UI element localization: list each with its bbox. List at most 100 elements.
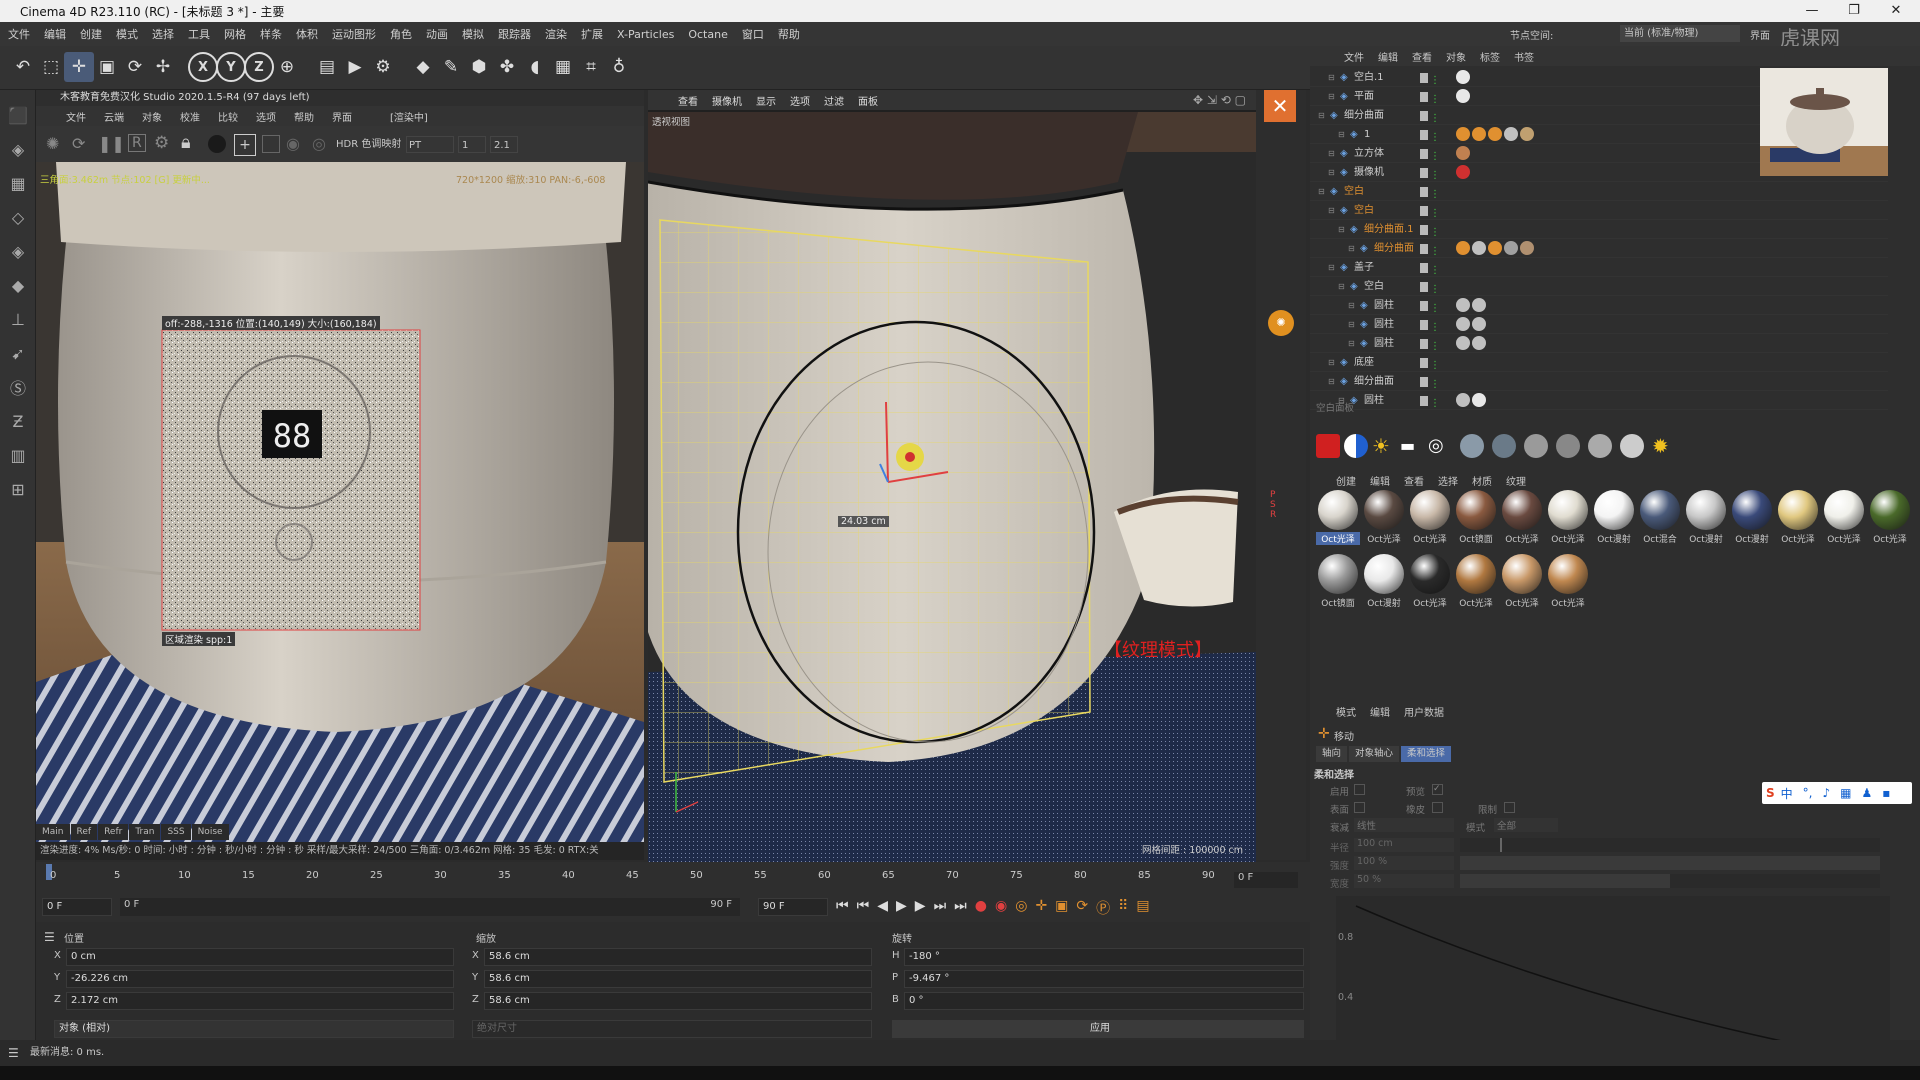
x-axis-icon[interactable]: X [188, 52, 218, 82]
mic-icon[interactable]: ♪ [1823, 786, 1831, 800]
menu-item[interactable]: 运动图形 [332, 26, 376, 42]
material-mix-icon[interactable] [1524, 434, 1548, 458]
material-tag-icon[interactable] [1472, 336, 1486, 350]
render-pass-tab[interactable]: Ref [70, 824, 98, 840]
apply-button[interactable]: 应用 [892, 1020, 1304, 1038]
object-row[interactable]: ⊟ ◈ 圆柱 ⋮ [1310, 315, 1888, 334]
object-row[interactable]: ⊟ ◈ 圆柱 ⋮ [1310, 334, 1888, 353]
target-icon[interactable]: ◎ [1428, 434, 1452, 458]
pause-icon[interactable]: ❚❚ [98, 134, 125, 153]
material-menu-item[interactable]: 查看 [1404, 473, 1424, 488]
menu-item[interactable]: 动画 [426, 26, 448, 42]
autokey-icon[interactable]: ◉ [995, 898, 1007, 918]
restrict-checkbox[interactable] [1504, 802, 1515, 813]
object-row[interactable]: ⊟ ◈ 空白 ⋮ [1310, 277, 1888, 296]
sun-icon[interactable]: ☀ [1372, 434, 1396, 458]
material-tag-icon[interactable] [1456, 146, 1470, 160]
move-icon[interactable]: ✛ [64, 52, 94, 82]
visibility-flags[interactable]: ⋮ [1420, 318, 1450, 333]
timeline-ruler[interactable]: 0 5 10 15 20 25 30 35 40 45 50 55 60 65 70 75 80 85 90 [36, 862, 1266, 884]
material-tag-icon[interactable] [1520, 241, 1534, 255]
play-icon[interactable]: ▶ [896, 898, 907, 918]
visibility-flags[interactable]: ⋮ [1420, 71, 1450, 86]
psr-icon[interactable]: PSR [1270, 490, 1276, 520]
menu-item[interactable]: 帮助 [778, 26, 800, 42]
object-row[interactable]: ⊟ ◈ 圆柱 ⋮ [1310, 296, 1888, 315]
visibility-flags[interactable]: ⋮ [1420, 204, 1450, 219]
visibility-flags[interactable]: ⋮ [1420, 242, 1450, 257]
subdivide-icon[interactable]: ⬢ [464, 52, 494, 82]
material-swatch[interactable]: Oct漫射 [1362, 554, 1406, 610]
material-toon-icon[interactable] [1588, 434, 1612, 458]
material-swatch[interactable]: Oct光泽 [1500, 490, 1544, 546]
material-tag-icon[interactable] [1456, 298, 1470, 312]
cube-icon[interactable]: ◆ [408, 52, 438, 82]
menu-item[interactable]: Octane [688, 28, 728, 41]
coordinate-field[interactable]: 2.172 cm [66, 992, 454, 1010]
material-swatch[interactable]: Oct光泽 [1362, 490, 1406, 546]
material-swatch[interactable]: Oct光泽 [1546, 554, 1590, 610]
material-tag-icon[interactable] [1456, 336, 1470, 350]
object-menu-item[interactable]: 标签 [1480, 49, 1500, 64]
material-diffuse-icon[interactable] [1620, 434, 1644, 458]
material-swatch[interactable]: Oct光泽 [1500, 554, 1544, 610]
menu-item[interactable]: 角色 [390, 26, 412, 42]
coordinate-field[interactable]: 0 cm [66, 948, 454, 966]
axis-icon[interactable]: ⊥ [3, 304, 33, 334]
visibility-flags[interactable]: ⋮ [1420, 109, 1450, 124]
punct-icon[interactable]: °, [1803, 786, 1813, 800]
visibility-flags[interactable]: ⋮ [1420, 128, 1450, 143]
material-tag-icon[interactable] [1504, 241, 1518, 255]
coordinate-field[interactable]: 58.6 cm [484, 948, 872, 966]
viewer-menu-item[interactable]: 云端 [104, 109, 124, 124]
texture-icon[interactable]: ▦ [3, 168, 33, 198]
attribute-tab[interactable]: 柔和选择 [1401, 746, 1452, 762]
object-menu-item[interactable]: 编辑 [1378, 49, 1398, 64]
enable-checkbox[interactable] [1354, 784, 1365, 795]
select-icon[interactable]: ⬚ [36, 52, 66, 82]
visibility-flags[interactable]: ⋮ [1420, 185, 1450, 200]
viewport-menu-item[interactable]: 选项 [790, 93, 810, 108]
y-axis-icon[interactable]: Y [216, 52, 246, 82]
expand-icon[interactable]: ⊟ [1328, 201, 1335, 220]
material-tag-icon[interactable] [1504, 127, 1518, 141]
visibility-flags[interactable]: ⋮ [1420, 299, 1450, 314]
shirt-icon[interactable]: ♟ [1862, 786, 1873, 800]
object-row[interactable]: ⊟ ◈ 空白 ⋮ [1310, 201, 1888, 220]
grid-icon[interactable]: ▪ [1882, 786, 1890, 800]
surface-checkbox[interactable] [1354, 802, 1365, 813]
mode-dropdown[interactable]: 全部 [1494, 818, 1558, 832]
ime-mode-icon[interactable]: 中 [1781, 785, 1793, 802]
coordinate-field[interactable]: 58.6 cm [484, 992, 872, 1010]
material-tag-icon[interactable] [1456, 127, 1470, 141]
camera-icon[interactable]: ⌗ [576, 52, 606, 82]
expand-icon[interactable]: ⊟ [1338, 220, 1345, 239]
transform-icon[interactable]: ✢ [148, 52, 178, 82]
material-tag-icon[interactable] [1456, 241, 1470, 255]
node-space-dropdown[interactable]: 当前 (标准/物理) [1620, 25, 1740, 42]
expand-icon[interactable]: ⊟ [1328, 87, 1335, 106]
prev-key-icon[interactable]: ⏮ [857, 898, 870, 918]
gear-icon[interactable]: ✺ [46, 134, 59, 153]
render-region-icon[interactable]: ▤ [312, 52, 342, 82]
menu-item[interactable]: 模式 [116, 26, 138, 42]
minimize-button[interactable]: — [1792, 0, 1832, 22]
visibility-flags[interactable]: ⋮ [1420, 223, 1450, 238]
tag-list[interactable] [1456, 393, 1488, 412]
goto-end-icon[interactable]: ⏭ [954, 898, 967, 918]
prev-frame-icon[interactable]: ◀ [877, 898, 888, 918]
attribute-tab[interactable]: 轴向 [1316, 746, 1348, 762]
material-universal-icon[interactable] [1556, 434, 1580, 458]
object-row[interactable]: ⊟ ◈ 细分曲面 ⋮ [1310, 239, 1888, 258]
value-field-1[interactable]: 1 [458, 136, 486, 153]
keyboard-icon[interactable]: ▦ [1840, 786, 1851, 800]
coordinate-field[interactable]: -9.467 ° [904, 970, 1304, 988]
ime-toolbar[interactable]: S 中 °, ♪ ▦ ♟ ▪ [1762, 782, 1912, 804]
visibility-flags[interactable]: ⋮ [1420, 375, 1450, 390]
object-row[interactable]: ⊟ ◈ 细分曲面 ⋮ [1310, 372, 1888, 391]
viewer-menu-item[interactable]: 界面 [332, 109, 352, 124]
area-light-icon[interactable]: ▬ [1400, 434, 1424, 458]
material-swatch[interactable]: Oct光泽 [1822, 490, 1866, 546]
render-pass-tab[interactable]: Tran [129, 824, 161, 840]
region-icon[interactable]: R [128, 134, 146, 152]
